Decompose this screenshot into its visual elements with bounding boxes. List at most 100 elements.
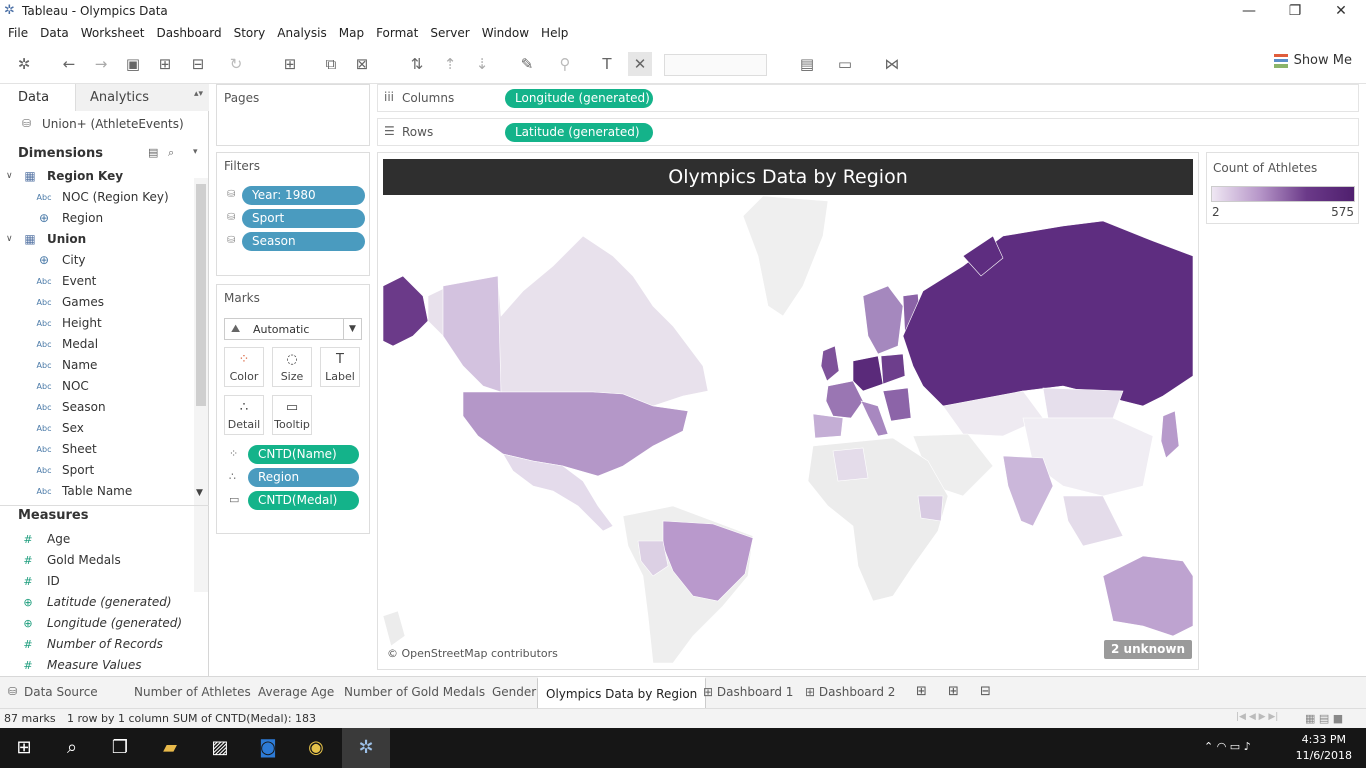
menu-item-server[interactable]: Server xyxy=(424,24,475,42)
show-me-button[interactable]: Show Me xyxy=(1273,53,1352,68)
new-worksheet-icon[interactable]: ⊞ xyxy=(278,52,302,76)
collapse-icon[interactable]: ∨ xyxy=(6,229,13,250)
filters-card[interactable]: Filters ⛁ Year: 1980 ⛁ Sport ⛁ Season xyxy=(216,152,370,276)
fix-axes-icon[interactable]: ✕ xyxy=(628,52,652,76)
measure-field[interactable]: # ID xyxy=(0,571,195,592)
chrome-icon[interactable]: ◉ xyxy=(292,728,340,768)
map-view[interactable] xyxy=(383,196,1193,663)
collapse-icon[interactable]: ∨ xyxy=(6,166,13,187)
scroll-down-icon[interactable]: ▼ xyxy=(196,488,203,498)
dimension-field[interactable]: Abc Table Name xyxy=(0,481,195,502)
search-icon[interactable]: ⌕ xyxy=(168,146,174,160)
sheet-nav-icons[interactable]: |◀ ◀ ▶ ▶| xyxy=(1236,712,1278,722)
dimension-field[interactable]: Abc NOC (Region Key) xyxy=(0,187,195,208)
dimension-field[interactable]: Abc NOC xyxy=(0,376,195,397)
world-map[interactable] xyxy=(383,196,1193,663)
dimension-field[interactable]: ⊕ City xyxy=(0,250,195,271)
measure-field[interactable]: # Measure Values xyxy=(0,655,195,676)
dimension-field[interactable]: ⊕ Region xyxy=(0,208,195,229)
marks-label-button[interactable]: T Label xyxy=(320,347,360,387)
measure-field[interactable]: ⊕ Latitude (generated) xyxy=(0,592,195,613)
tab-analytics[interactable]: Analytics xyxy=(76,84,209,111)
duplicate-sheet-icon[interactable]: ⧉ xyxy=(319,52,343,76)
menu-item-analysis[interactable]: Analysis xyxy=(271,24,332,42)
tableau-icon[interactable]: ✲ xyxy=(12,52,36,76)
sticky-notes-icon[interactable]: ▨ xyxy=(196,728,244,768)
view-mode-icons[interactable]: ▦ ▤ ■ xyxy=(1305,712,1343,725)
menu-item-map[interactable]: Map xyxy=(333,24,370,42)
menu-item-dashboard[interactable]: Dashboard xyxy=(150,24,227,42)
columns-shelf[interactable]: iii Columns Longitude (generated) xyxy=(377,84,1359,112)
unknown-indicator[interactable]: 2 unknown xyxy=(1104,640,1193,659)
dimension-field[interactable]: Abc Event xyxy=(0,271,195,292)
measure-field[interactable]: # Number of Records xyxy=(0,634,195,655)
menu-item-format[interactable]: Format xyxy=(370,24,424,42)
sheet-tab[interactable]: ⊞ Dashboard 1 xyxy=(695,677,801,708)
clock[interactable]: 4:33 PM 11/6/2018 xyxy=(1296,732,1352,764)
marks-pill[interactable]: CNTD(Name) xyxy=(248,445,359,464)
marks-pill[interactable]: CNTD(Medal) xyxy=(248,491,359,510)
search-icon[interactable]: ⌕ xyxy=(48,728,96,768)
windows-start-icon[interactable]: ⊞ xyxy=(0,728,48,768)
sheet-tab[interactable]: Olympics Data by Region xyxy=(537,677,707,708)
sheet-tab[interactable]: ⊞ Dashboard 2 xyxy=(797,677,903,708)
new-dashboard-tab-icon[interactable]: ⊞ xyxy=(948,684,959,699)
minimize-button[interactable]: — xyxy=(1226,0,1272,24)
dimensions-menu-icon[interactable]: ▾ xyxy=(193,147,198,157)
fit-dropdown[interactable] xyxy=(664,54,767,76)
redo-icon[interactable]: → xyxy=(89,52,113,76)
rows-shelf[interactable]: ☰ Rows Latitude (generated) xyxy=(377,118,1359,146)
menu-item-file[interactable]: File xyxy=(0,24,34,42)
dimension-field[interactable]: Abc Sheet xyxy=(0,439,195,460)
new-story-tab-icon[interactable]: ⊟ xyxy=(980,684,991,699)
task-view-icon[interactable]: ❐ xyxy=(96,728,144,768)
dimension-field[interactable]: ∨ ▦ Region Key xyxy=(0,166,195,187)
sort-descending-icon[interactable]: ⇣ xyxy=(470,52,494,76)
sheet-tab[interactable]: Data Source xyxy=(16,677,106,708)
new-worksheet-tab-icon[interactable]: ⊞ xyxy=(916,684,927,699)
measure-field[interactable]: # Age xyxy=(0,529,195,550)
menu-item-worksheet[interactable]: Worksheet xyxy=(75,24,151,42)
clear-sheet-icon[interactable]: ⊠ xyxy=(350,52,374,76)
show-labels-icon[interactable]: T xyxy=(595,52,619,76)
swap-rows-columns-icon[interactable]: ⇅ xyxy=(405,52,429,76)
measure-field[interactable]: ⊕ Longitude (generated) xyxy=(0,613,195,634)
system-tray-icons[interactable]: ⌃ ◠ ▭ ♪ xyxy=(1204,740,1251,753)
menu-item-window[interactable]: Window xyxy=(476,24,535,42)
dimensions-scroll-thumb[interactable] xyxy=(196,184,206,406)
color-legend[interactable]: Count of Athletes 2 575 xyxy=(1206,152,1359,224)
sheet-tab[interactable]: Gender xyxy=(484,677,544,708)
marks-detail-button[interactable]: ∴ Detail xyxy=(224,395,264,435)
menu-item-data[interactable]: Data xyxy=(34,24,75,42)
sort-ascending-icon[interactable]: ⇡ xyxy=(438,52,462,76)
tab-data[interactable]: Data xyxy=(0,84,76,111)
dimension-field[interactable]: Abc Season xyxy=(0,397,195,418)
filter-pill[interactable]: Season xyxy=(242,232,365,251)
datasource-name[interactable]: Union+ (AthleteEvents) xyxy=(42,117,184,131)
measure-field[interactable]: # Gold Medals xyxy=(0,550,195,571)
marks-pill[interactable]: Region xyxy=(248,468,359,487)
outlook-icon[interactable]: ◙ xyxy=(244,728,292,768)
menu-item-story[interactable]: Story xyxy=(228,24,272,42)
refresh-icon[interactable]: ↻ xyxy=(224,52,248,76)
file-explorer-icon[interactable]: ▰ xyxy=(146,728,194,768)
pause-updates-icon[interactable]: ⊟ xyxy=(186,52,210,76)
dimension-field[interactable]: Abc Name xyxy=(0,355,195,376)
filter-pill[interactable]: Sport xyxy=(242,209,365,228)
marks-tooltip-button[interactable]: ▭ Tooltip xyxy=(272,395,312,435)
group-members-icon[interactable]: ⚲ xyxy=(553,52,577,76)
dimension-field[interactable]: ∨ ▦ Union xyxy=(0,229,195,250)
show-cards-icon[interactable]: ▤ xyxy=(795,52,819,76)
highlight-icon[interactable]: ✎ xyxy=(515,52,539,76)
presentation-mode-icon[interactable]: ▭ xyxy=(833,52,857,76)
dimension-field[interactable]: Abc Medal xyxy=(0,334,195,355)
view-list-icon[interactable]: ▤ xyxy=(148,146,158,159)
sheet-tab[interactable]: Number of Athletes xyxy=(126,677,259,708)
dimension-field[interactable]: Abc Sex xyxy=(0,418,195,439)
marks-color-button[interactable]: ⁘ Color xyxy=(224,347,264,387)
share-icon[interactable]: ⋈ xyxy=(880,52,904,76)
marks-size-button[interactable]: ◌ Size xyxy=(272,347,312,387)
rows-pill[interactable]: Latitude (generated) xyxy=(505,123,653,142)
tableau-taskbar-icon[interactable]: ✲ xyxy=(342,728,390,768)
save-icon[interactable]: ▣ xyxy=(121,52,145,76)
